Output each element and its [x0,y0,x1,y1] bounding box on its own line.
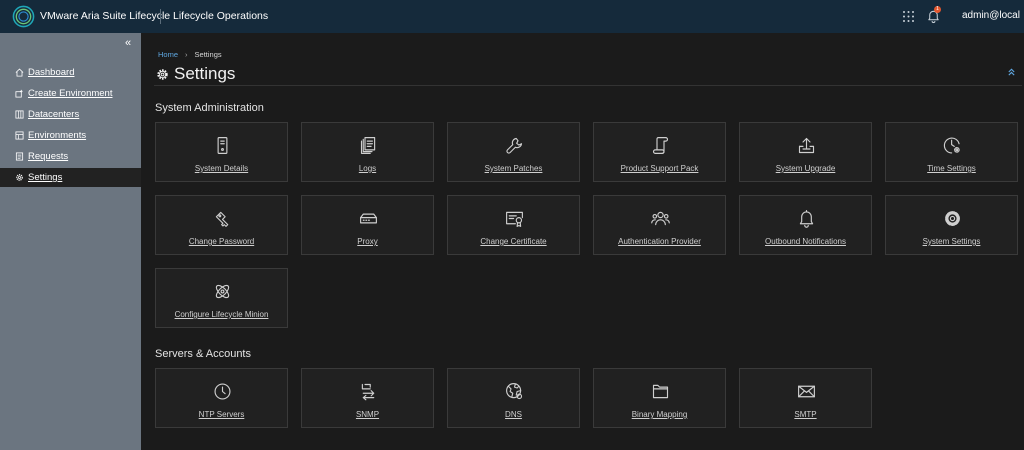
user-menu[interactable]: admin@local⌄ [962,10,1024,21]
scroll-icon [650,135,671,156]
environments-icon [15,131,24,140]
tile-label: System Upgrade [775,164,836,173]
tile-label: Proxy [357,237,378,246]
wrench-icon [504,135,525,156]
datacenter-icon [15,110,24,119]
tile-proxy[interactable]: Proxy [301,195,434,255]
collapse-sidebar-icon[interactable]: « [125,37,131,49]
sidebar-item-label: Dashboard [28,67,75,78]
tile-label: Configure Lifecycle Minion [174,310,269,319]
breadcrumb-home-link[interactable]: Home [158,50,178,59]
app-title[interactable]: VMware Aria Suite Lifecycle [40,10,170,22]
tile-system-upgrade[interactable]: System Upgrade [739,122,872,182]
scroll-to-top-icon[interactable] [1007,67,1016,77]
tile-label: DNS [505,410,522,419]
globe-icon [504,381,525,402]
sidebar-item-label: Create Environment [28,88,113,99]
sidebar-item-label: Datacenters [28,109,80,120]
envelope-icon [796,381,817,402]
gear-icon [16,174,23,181]
server-icon [212,135,233,156]
gear-icon [157,68,168,80]
upload-tray-icon [796,135,817,156]
tile-time-settings[interactable]: Time Settings [885,122,1018,182]
tile-outbound-notifications[interactable]: Outbound Notifications [739,195,872,255]
tile-smtp[interactable]: SMTP [739,368,872,428]
home-icon [15,68,24,77]
certificate-icon [504,208,525,229]
atom-icon [212,281,233,302]
breadcrumb-separator-icon: › [185,50,188,59]
tile-snmp[interactable]: SNMP [301,368,434,428]
tile-system-settings[interactable]: System Settings [885,195,1018,255]
key-icon [212,208,233,229]
logs-icon [358,135,379,156]
tile-system-patches[interactable]: System Patches [447,122,580,182]
network-device-icon [358,208,379,229]
tile-system-details[interactable]: System Details [155,122,288,182]
tile-label: NTP Servers [198,410,245,419]
tile-change-password[interactable]: Change Password [155,195,288,255]
clock-gear-icon [942,135,963,156]
tile-binary-mapping[interactable]: Binary Mapping [593,368,726,428]
tile-label: System Settings [922,237,981,246]
tile-label: Change Password [188,237,255,246]
tile-label: Outbound Notifications [765,237,846,246]
page-header: Settings [156,64,235,84]
app-switcher-grid-icon[interactable] [902,10,915,23]
folder-icon [650,381,671,402]
snmp-icon [358,381,379,402]
header-divider [160,9,161,24]
tile-label: System Details [194,164,249,173]
sidebar: « Dashboard Create Environment Datacente… [0,33,141,450]
tile-change-certificate[interactable]: Change Certificate [447,195,580,255]
header-divider [154,85,1022,86]
tile-authentication-provider[interactable]: Authentication Provider [593,195,726,255]
tile-label: Change Certificate [480,237,547,246]
notification-badge: 1 [934,6,941,13]
tile-ntp-servers[interactable]: NTP Servers [155,368,288,428]
main-content: Home › Settings Settings System Administra… [141,33,1024,450]
breadcrumb-current: Settings [194,50,222,59]
tile-label: Authentication Provider [618,237,701,246]
tile-label: SMTP [794,410,817,419]
gear-icon [942,208,963,229]
tile-label: Product Support Pack [620,164,699,173]
tile-label: SNMP [355,410,380,419]
product-name[interactable]: Lifecycle Operations [173,10,268,22]
breadcrumb: Home › Settings [158,50,222,59]
users-icon [650,208,671,229]
tile-dns[interactable]: DNS [447,368,580,428]
sidebar-item-requests[interactable]: Requests [0,147,141,166]
requests-icon [15,152,24,161]
tile-logs[interactable]: Logs [301,122,434,182]
sidebar-item-label: Requests [28,151,69,162]
sidebar-item-dashboard[interactable]: Dashboard [0,63,141,82]
sidebar-item-label: Environments [28,130,87,141]
top-header: VMware Aria Suite Lifecycle Lifecycle Op… [0,0,1024,33]
sidebar-item-create-environment[interactable]: Create Environment [0,84,141,103]
tile-label: System Patches [484,164,543,173]
sidebar-item-environments[interactable]: Environments [0,126,141,145]
tile-label: Time Settings [927,164,976,173]
tile-label: Binary Mapping [631,410,688,419]
user-name: admin@local [962,10,1020,21]
sidebar-item-label: Settings [28,172,63,183]
clock-icon [212,381,233,402]
section-title-servers-accounts: Servers & Accounts [155,348,251,360]
sidebar-item-datacenters[interactable]: Datacenters [0,105,141,124]
sidebar-item-settings[interactable]: Settings [0,168,141,187]
bell-icon [796,208,817,229]
create-environment-icon [15,89,23,98]
tile-label: Logs [358,164,377,173]
tile-product-support-pack[interactable]: Product Support Pack [593,122,726,182]
vmware-logo-icon[interactable] [12,5,35,28]
section-title-system-administration: System Administration [155,102,264,114]
page-title: Settings [174,64,236,83]
tile-configure-lifecycle-minion[interactable]: Configure Lifecycle Minion [155,268,288,328]
